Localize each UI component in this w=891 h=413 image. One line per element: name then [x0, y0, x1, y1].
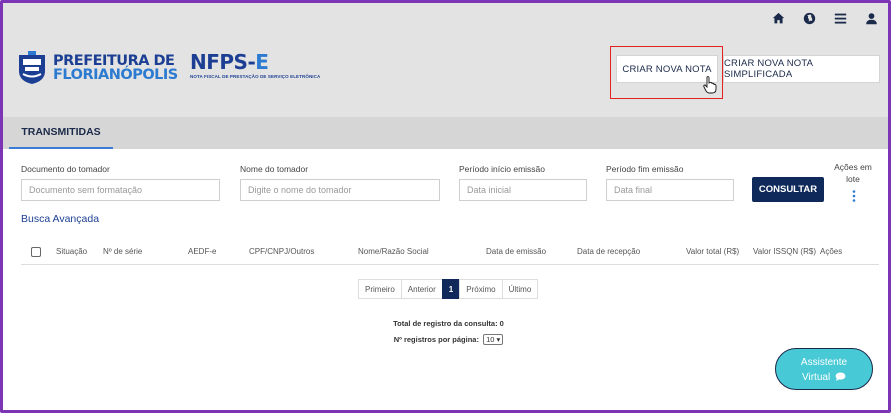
total-registros: Total de registro da consulta: 0 [393, 319, 504, 328]
assistente-virtual-button[interactable]: Assistente Virtual [775, 348, 873, 390]
app-frame: PREFEITURA DE FLORIANÓPOLIS NFPS-E NOTA … [0, 0, 891, 413]
col-data-emissao[interactable]: Data de emissão [486, 247, 546, 256]
table-header: Situação Nº de série AEDF-e CPF/CNPJ/Out… [21, 241, 879, 265]
assistant-line1: Assistente [800, 357, 848, 368]
product-name: NFPS- [190, 50, 256, 74]
per-page-row: Nº registros por página: 10 ▾ [3, 334, 888, 345]
documento-label: Documento do tomador [21, 164, 110, 174]
nome-label: Nome do tomador [240, 164, 309, 174]
assistant-line2: Virtual [802, 372, 831, 383]
header: PREFEITURA DE FLORIANÓPOLIS NFPS-E NOTA … [3, 3, 888, 117]
col-aedf[interactable]: AEDF-e [188, 247, 216, 256]
col-valor-issqn[interactable]: Valor ISSQN (R$) [753, 247, 816, 256]
page-next[interactable]: Próximo [459, 279, 503, 299]
fim-label: Período fim emissão [606, 164, 684, 174]
chat-icon [835, 372, 846, 381]
home-icon[interactable] [771, 11, 785, 25]
product-logo: NFPS-E NOTA FISCAL DE PRESTAÇÃO DE SERVI… [190, 52, 320, 79]
brand-line1: PREFEITURA DE [53, 53, 175, 69]
nome-input[interactable]: Digite o nome do tomador [240, 179, 440, 201]
busca-avancada-link[interactable]: Busca Avançada [21, 213, 99, 225]
user-icon[interactable] [864, 11, 878, 25]
product-suffix: E [255, 50, 269, 74]
per-page-select[interactable]: 10 ▾ [483, 334, 504, 345]
city-logo[interactable]: PREFEITURA DE FLORIANÓPOLIS [17, 51, 178, 85]
hand-cursor-icon [703, 76, 717, 94]
data-inicial-input[interactable]: Data inicial [459, 179, 587, 201]
page-current[interactable]: 1 [441, 279, 461, 299]
chevron-down-icon: ▾ [496, 335, 501, 344]
inicio-label: Período início emissão [459, 164, 545, 174]
col-data-recepcao[interactable]: Data de recepção [577, 247, 640, 256]
data-final-input[interactable]: Data final [606, 179, 734, 201]
crest-icon [19, 51, 45, 84]
col-cpf-cnpj[interactable]: CPF/CNPJ/Outros [249, 247, 314, 256]
per-page-label: Nº registros por página: [393, 335, 479, 344]
per-page-value: 10 [486, 335, 495, 344]
acoes-lote-label: Ações em lote [834, 162, 872, 184]
kebab-menu-icon[interactable] [851, 190, 857, 202]
brand-line2: FLORIANÓPOLIS [53, 67, 178, 83]
tab-bar: TRANSMITIDAS [3, 117, 888, 149]
col-nome[interactable]: Nome/Razão Social [358, 247, 429, 256]
col-acoes: Ações [820, 247, 843, 256]
page-last[interactable]: Último [501, 279, 539, 299]
top-icons [771, 11, 878, 25]
menu-icon[interactable] [833, 11, 847, 25]
product-subtitle: NOTA FISCAL DE PRESTAÇÃO DE SERVIÇO ELET… [190, 74, 321, 79]
col-serie[interactable]: Nº de série [103, 247, 142, 256]
col-situacao[interactable]: Situação [56, 247, 87, 256]
select-all-checkbox[interactable] [31, 247, 41, 257]
criar-nota-simplificada-button[interactable]: CRIAR NOVA NOTA SIMPLIFICADA [723, 55, 880, 83]
documento-input[interactable]: Documento sem formatação [21, 179, 220, 201]
page-first[interactable]: Primeiro [358, 279, 402, 299]
page-prev[interactable]: Anterior [400, 279, 443, 299]
consultar-button[interactable]: CONSULTAR [752, 177, 824, 202]
tab-transmitidas[interactable]: TRANSMITIDAS [9, 117, 113, 149]
col-valor-total[interactable]: Valor total (R$) [686, 247, 739, 256]
globe-icon[interactable] [802, 11, 816, 25]
pagination: Primeiro Anterior 1 Próximo Último [358, 279, 539, 299]
